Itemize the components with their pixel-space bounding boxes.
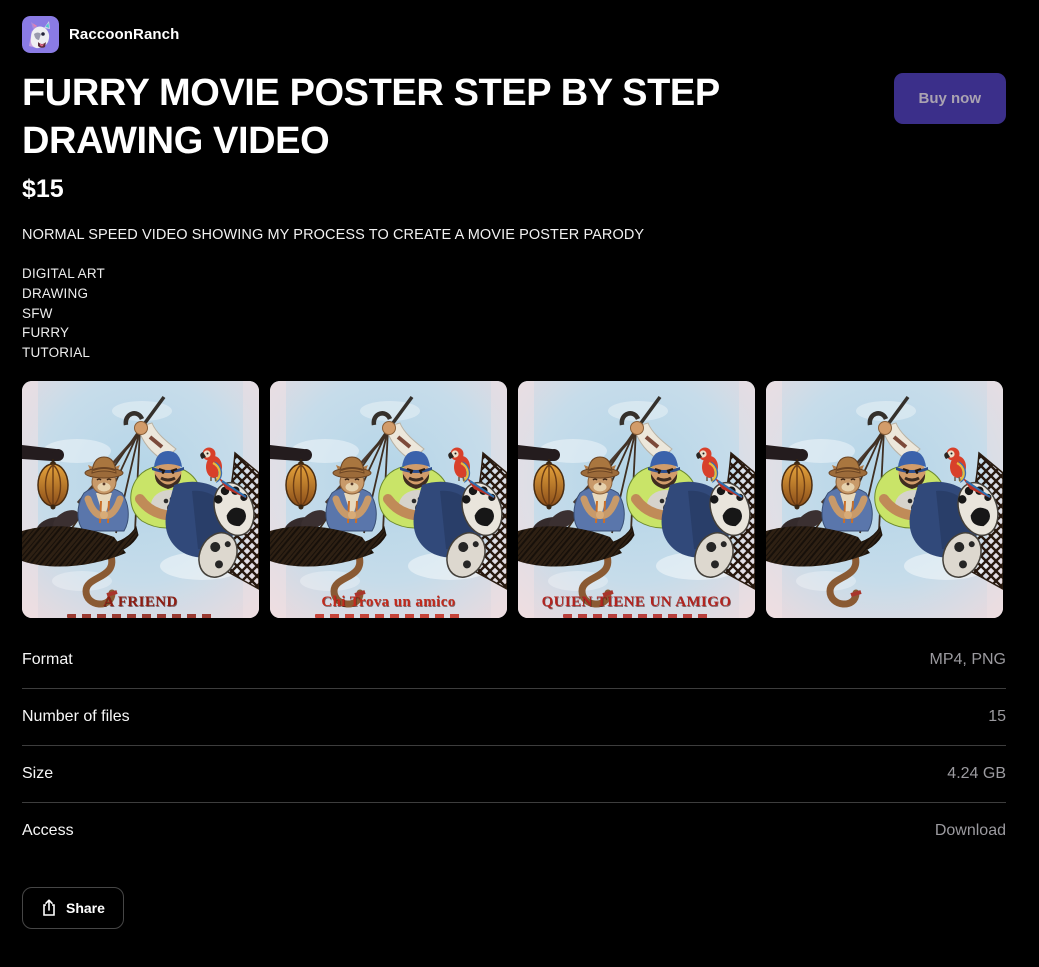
table-row-access: Access Download	[22, 803, 1006, 859]
store-header: RaccoonRanch	[22, 0, 1006, 53]
detail-label: Format	[22, 650, 73, 668]
detail-label: Number of files	[22, 707, 130, 725]
detail-value: Download	[934, 821, 1006, 839]
detail-label: Access	[22, 821, 74, 839]
poster-thumbnail-4[interactable]	[766, 380, 1003, 618]
product-page: RaccoonRanch FURRY MOVIE POSTER STEP BY …	[22, 0, 1006, 967]
page-title: FURRY MOVIE POSTER STEP BY STEP DRAWING …	[22, 72, 720, 162]
poster-thumbnail-3[interactable]: QUIEN TIENE UN AMIGO	[518, 380, 755, 618]
poster-artwork	[270, 381, 507, 618]
tag-digital-art: DIGITAL ART	[22, 266, 105, 281]
buy-now-button[interactable]: Buy now	[893, 73, 1006, 124]
product-description: NORMAL SPEED VIDEO SHOWING MY PROCESS TO…	[22, 227, 645, 243]
share-upload-icon	[43, 899, 55, 916]
tag-sfw: SFW	[22, 305, 53, 321]
price-label: $15	[22, 175, 64, 203]
raccoon-avatar-icon	[22, 16, 59, 53]
tag-drawing: DRAWING	[22, 285, 89, 301]
detail-value: MP4, PNG	[929, 650, 1006, 668]
detail-value: 4.24 GB	[947, 764, 1006, 782]
tag-list: DIGITAL ART DRAWING SFW FURRY TUTORIAL	[22, 264, 1006, 363]
poster-artwork	[766, 381, 1003, 618]
detail-value: 15	[988, 707, 1006, 725]
poster-thumbnail-2[interactable]: Chi Trova un amico	[270, 380, 507, 618]
table-row-format: Format MP4, PNG	[22, 632, 1006, 689]
tag-furry: FURRY	[22, 325, 70, 341]
table-row-number-of-files: Number of files 15	[22, 689, 1006, 746]
poster-artwork	[22, 381, 259, 618]
detail-label: Size	[22, 764, 54, 782]
store-name-link[interactable]: RaccoonRanch	[69, 26, 179, 43]
tag-tutorial: TUTORIAL	[22, 345, 91, 361]
share-button-label: Share	[66, 899, 105, 916]
table-row-size: Size 4.24 GB	[22, 746, 1006, 803]
poster-artwork	[518, 381, 755, 618]
product-details-table: Format MP4, PNG Number of files 15 Size …	[22, 632, 1006, 859]
store-avatar[interactable]	[22, 16, 59, 53]
poster-thumbnail-1[interactable]: A FRIEND	[22, 380, 259, 618]
title-row: FURRY MOVIE POSTER STEP BY STEP DRAWING …	[22, 69, 1006, 165]
product-gallery: A FRIEND Chi Trova un amico QUIEN TIENE …	[22, 380, 1006, 618]
share-button[interactable]: Share	[22, 886, 124, 929]
